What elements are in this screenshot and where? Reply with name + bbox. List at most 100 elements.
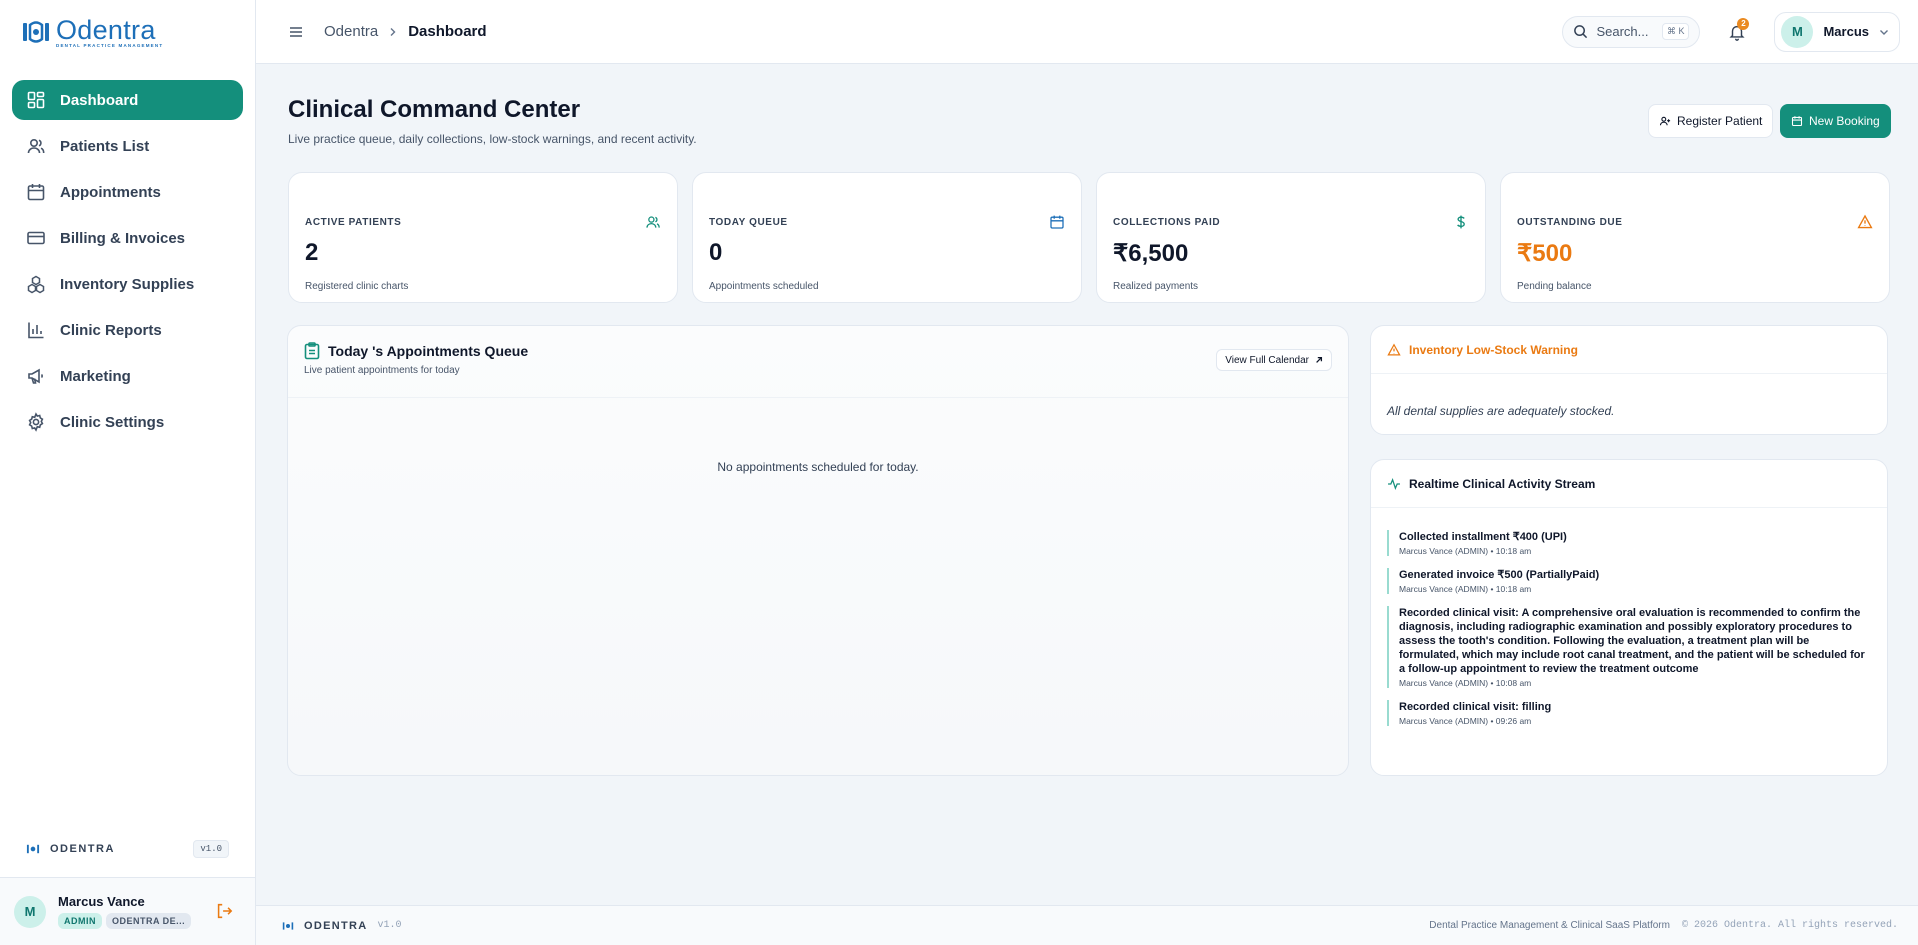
sidebar-footer-name: ODENTRA [50,843,115,855]
search-shortcut: ⌘ K [1661,23,1690,40]
avatar: M [14,895,46,928]
gear-icon [28,412,44,432]
activity-meta: Marcus Vance (ADMIN) • 10:08 am [1399,678,1532,688]
appointments-queue-panel: Today 's Appointments Queue Live patient… [287,325,1349,776]
odentra-logo-icon [23,21,49,43]
sidebar-item-billing[interactable]: Billing & Invoices [12,218,243,258]
activity-text: Recorded clinical visit: filling [1399,701,1552,713]
top-header: Odentra Dashboard Search... ⌘ K 2 M Marc… [256,0,1918,64]
stat-card-collections-paid: COLLECTIONS PAID ₹6,500 Realized payment… [1096,172,1486,303]
stat-card-today-queue: TODAY QUEUE 0 Appointments scheduled [692,172,1082,303]
sidebar-nav: Dashboard Patients List Appointments Bil… [0,64,255,442]
stat-label: TODAY QUEUE [709,217,788,228]
activity-item: Recorded clinical visit: filling Marcus … [1387,700,1871,726]
sidebar-user-card[interactable]: M Marcus Vance ADMIN ODENTRA DE... [0,877,255,945]
activity-meta: Marcus Vance (ADMIN) • 10:18 am [1399,546,1532,556]
sidebar-item-inventory[interactable]: Inventory Supplies [12,264,243,304]
activity-title: Realtime Clinical Activity Stream [1409,476,1596,491]
menu-icon[interactable] [288,24,304,40]
clipboard-icon [304,342,320,360]
activity-text: Generated invoice ₹500 (PartiallyPaid) [1399,569,1600,581]
stat-description: Registered clinic charts [305,281,409,292]
odentra-logo-icon [282,921,294,930]
users-icon [27,138,45,154]
avatar: M [1781,15,1814,48]
stat-value: 2 [305,239,319,266]
sidebar-item-label: Marketing [60,367,131,385]
logout-icon[interactable] [215,902,233,920]
activity-meta: Marcus Vance (ADMIN) • 10:18 am [1399,584,1532,594]
dollar-icon [1457,215,1465,229]
queue-subtitle: Live patient appointments for today [304,365,460,376]
stat-card-outstanding-due: OUTSTANDING DUE ₹500 Pending balance [1500,172,1890,303]
arrow-up-right-icon [1316,356,1323,363]
sidebar-item-label: Dashboard [60,91,139,109]
role-badge: ADMIN [58,913,102,929]
stat-description: Realized payments [1113,281,1199,292]
sidebar-item-label: Clinic Settings [60,413,165,431]
sidebar-footer-brand: ODENTRA v1.0 [0,833,255,865]
breadcrumb-current: Dashboard [408,23,487,40]
user-name: Marcus Vance [58,894,145,909]
sidebar-item-label: Patients List [60,137,150,155]
activity-pulse-icon [1388,477,1400,490]
activity-stream-panel: Realtime Clinical Activity Stream Collec… [1370,459,1888,776]
sidebar-item-label: Appointments [60,183,161,201]
sidebar-item-dashboard[interactable]: Dashboard [12,80,243,120]
queue-empty-state: No appointments scheduled for today. [717,460,919,474]
dashboard-icon [27,91,45,109]
sidebar-item-settings[interactable]: Clinic Settings [12,402,243,442]
low-stock-title: Inventory Low-Stock Warning [1409,342,1578,357]
sidebar-item-label: Billing & Invoices [60,229,186,247]
register-patient-label: Register Patient [1677,114,1763,128]
boxes-icon [27,275,45,294]
breadcrumb: Odentra Dashboard [324,23,487,40]
footer-version: v1.0 [377,920,402,931]
low-stock-panel: Inventory Low-Stock Warning All dental s… [1370,325,1888,435]
low-stock-message: All dental supplies are adequately stock… [1387,404,1615,418]
view-full-calendar-label: View Full Calendar [1225,354,1309,366]
stat-label: COLLECTIONS PAID [1113,217,1221,228]
new-booking-button[interactable]: New Booking [1780,104,1891,138]
view-full-calendar-button[interactable]: View Full Calendar [1216,349,1332,371]
user-menu-button[interactable]: M Marcus [1774,11,1900,52]
footer-copyright: © 2026 Odentra. All rights reserved. [1681,920,1898,931]
footer-brand-name: ODENTRA [304,919,368,932]
sidebar-item-marketing[interactable]: Marketing [12,356,243,396]
stat-label: OUTSTANDING DUE [1517,217,1623,228]
sidebar: Odentra DENTAL PRACTICE MANAGEMENT Dashb… [0,0,256,945]
notifications-button[interactable]: 2 [1716,15,1758,49]
brand-tagline: DENTAL PRACTICE MANAGEMENT [56,42,164,48]
page-title: Clinical Command Center [288,96,581,123]
footer-platform: Dental Practice Management & Clinical Sa… [1429,920,1670,931]
user-plus-icon [1659,116,1671,126]
warning-icon [1857,214,1873,229]
breadcrumb-root[interactable]: Odentra [324,23,378,40]
users-icon [646,216,660,228]
search-input[interactable]: Search... ⌘ K [1562,15,1701,48]
stat-value: 0 [709,239,723,266]
sidebar-item-patients[interactable]: Patients List [12,126,243,166]
activity-text: Collected installment ₹400 (UPI) [1399,531,1567,543]
activity-item: Recorded clinical visit: A comprehensive… [1387,606,1871,688]
warning-icon [1387,342,1401,356]
org-badge: ODENTRA DE... [106,913,192,929]
search-placeholder: Search... [1596,24,1649,39]
brand-name: Odentra [56,14,156,45]
queue-title: Today 's Appointments Queue [328,343,529,359]
activity-item: Generated invoice ₹500 (PartiallyPaid) M… [1387,568,1871,594]
calendar-icon [1791,116,1803,127]
notification-count: 2 [1737,17,1750,30]
sidebar-item-reports[interactable]: Clinic Reports [12,310,243,350]
stat-label: ACTIVE PATIENTS [305,217,402,228]
sidebar-item-appointments[interactable]: Appointments [12,172,243,212]
brand-logo[interactable]: Odentra DENTAL PRACTICE MANAGEMENT [0,0,255,64]
version-badge: v1.0 [193,840,229,858]
sidebar-item-label: Clinic Reports [60,321,162,339]
calendar-icon [1050,215,1064,229]
stat-description: Appointments scheduled [709,281,819,292]
search-icon [1574,25,1588,39]
register-patient-button[interactable]: Register Patient [1648,104,1774,138]
megaphone-icon [28,368,43,384]
activity-item: Collected installment ₹400 (UPI) Marcus … [1387,530,1871,556]
